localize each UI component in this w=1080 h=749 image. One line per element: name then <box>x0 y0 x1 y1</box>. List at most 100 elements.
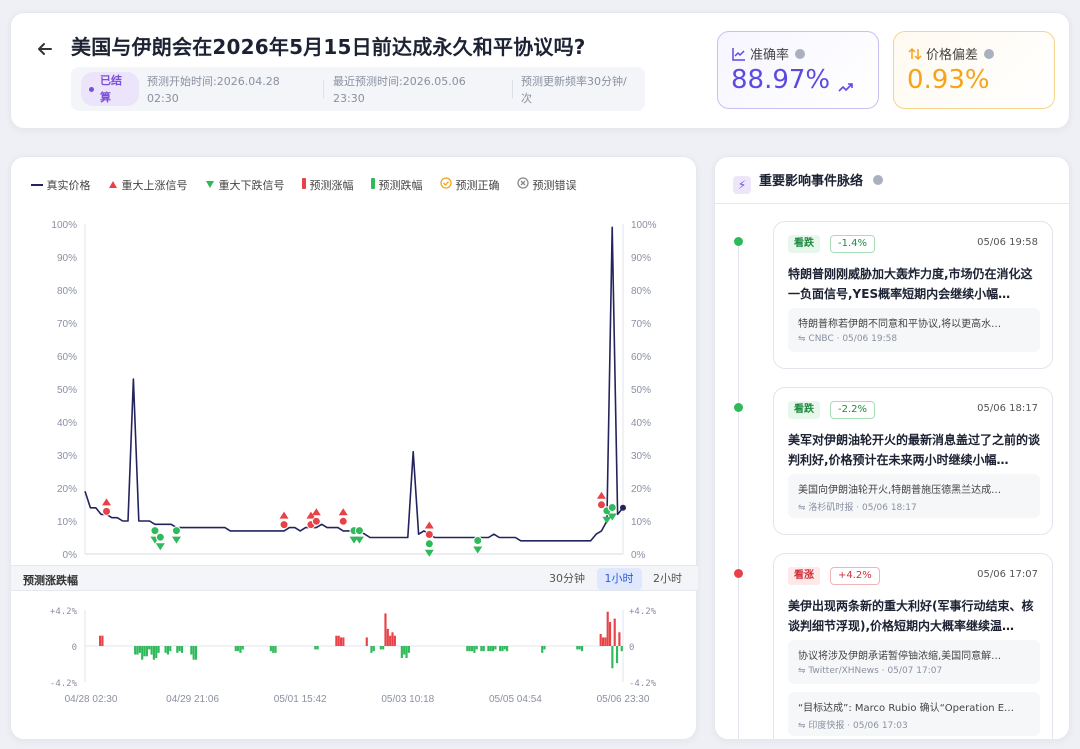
news-source-name: CNBC <box>808 334 834 344</box>
y-tick-label-right: 70% <box>631 319 651 330</box>
legend-major-down[interactable]: 重大下跌信号 <box>205 177 285 193</box>
line-icon <box>31 184 43 186</box>
event-card[interactable]: 看涨 +4.2% 05/06 17:07 美伊出现两条新的重大利好(军事行动结束… <box>773 553 1053 739</box>
legend-pred-wrong-label: 预测错误 <box>532 179 577 192</box>
pred-up-bar <box>342 637 345 646</box>
info-icon[interactable] <box>873 175 884 185</box>
deviation-label-row: 价格偏差 <box>908 44 995 63</box>
y-tick-label: 0% <box>63 550 78 561</box>
news-source[interactable]: 美国向伊朗油轮开火,特朗普施压德黑兰达成… ⇋ 洛杉矶时报 · 05/06 18… <box>788 474 1040 518</box>
price-line-chart[interactable]: 100% 100% 90% 90% 80% 80% 70% 70% 60% 60% 50% 50% 40… <box>11 205 698 565</box>
tab-2h[interactable]: 2小时 <box>645 568 690 590</box>
legend-pred-correct[interactable]: 预测正确 <box>440 177 500 193</box>
x-tick-label: 04/29 21:06 <box>166 694 219 705</box>
news-source[interactable]: 特朗普称若伊朗不同意和平协议,将以更高水… ⇋ CNBC · 05/06 19:… <box>788 308 1040 352</box>
info-icon[interactable] <box>984 49 995 59</box>
pred-up-bar <box>613 618 616 646</box>
news-source-time: 05/06 17:03 <box>853 721 908 731</box>
pred-down-bar <box>468 646 471 652</box>
interval-tabs: 30分钟 1小时 2小时 <box>541 568 690 590</box>
tab-1h[interactable]: 1小时 <box>596 568 642 590</box>
news-text: 协议将涉及伊朗承诺暂停铀浓缩,美国同意解… <box>798 651 1002 662</box>
news-text: “目标达成”: Marco Rubio 确认“Operation E… <box>798 703 1015 714</box>
green-bar-icon <box>371 178 375 189</box>
pred-down-bar <box>615 646 619 664</box>
swap-arrows-icon <box>908 47 922 61</box>
prediction-bar-chart[interactable]: +4.2% +4.2% 0 0 -4.2% -4.2% 04/28 02:30 04/29 2… <box>11 591 698 739</box>
legend-major-up[interactable]: 重大上涨信号 <box>108 177 188 193</box>
price-chart-card: 真实价格 重大上涨信号 重大下跌信号 预测涨幅 预测跌幅 预测正确 预测错误 1… <box>10 156 698 740</box>
status-dot <box>89 87 94 92</box>
start-time-label: 预测开始时间:2026.04.28 <box>147 75 280 88</box>
triangle-up-icon <box>109 181 117 188</box>
y-tick-label: +4.2% <box>50 607 78 617</box>
pred-up-bar <box>389 635 392 646</box>
y-tick-label: 60% <box>57 352 77 363</box>
y-tick-label-right: 0% <box>631 550 646 561</box>
pred-up-bar <box>365 637 368 646</box>
pred-down-bar <box>274 646 277 653</box>
pred-down-bar <box>316 646 319 650</box>
pred-up-bar <box>393 635 396 646</box>
pred-down-bar <box>152 646 155 660</box>
news-source-name: Twitter/XHNews <box>808 666 879 676</box>
chart-legend: 真实价格 重大上涨信号 重大下跌信号 预测涨幅 预测跌幅 预测正确 预测错误 <box>31 177 591 193</box>
pred-down-bar <box>314 646 317 650</box>
y-tick-label-right: +4.2% <box>629 607 657 617</box>
x-tick-label: 05/05 04:54 <box>489 694 542 705</box>
legend-major-up-label: 重大上涨信号 <box>121 179 188 192</box>
y-tick-label-right: 100% <box>631 220 657 231</box>
events-header: ⚡ 重要影响事件脉络 <box>733 170 884 194</box>
change-badge: -1.4% <box>830 235 876 253</box>
signal-result-marker <box>354 526 364 536</box>
pred-down-bar <box>190 646 193 655</box>
price-end-point <box>620 504 626 511</box>
news-source-time: 05/06 19:58 <box>842 334 898 344</box>
event-card[interactable]: 看跌 -2.2% 05/06 18:17 美军对伊朗油轮开火的最新消息盖过了之前… <box>773 387 1053 535</box>
link-icon: ⇋ <box>798 666 809 676</box>
legend-pred-down[interactable]: 预测跌幅 <box>371 177 423 193</box>
pred-down-bar <box>169 646 172 652</box>
pred-down-bar <box>403 646 406 655</box>
info-icon[interactable] <box>795 49 806 59</box>
event-card[interactable]: 看跌 -1.4% 05/06 19:58 特朗普刚刚威胁加大轰炸力度,市场仍在消… <box>773 221 1053 369</box>
pred-down-bar <box>494 646 497 650</box>
pred-up-bar <box>335 635 338 646</box>
news-source-time: 05/06 18:17 <box>862 503 917 513</box>
news-source[interactable]: 协议将涉及伊朗承诺暂停铀浓缩,美国同意解… ⇋ Twitter/XHNews ·… <box>788 640 1040 684</box>
page-title: 美国与伊朗会在2026年5月15日前达成永久和平协议吗? <box>71 35 586 59</box>
pred-down-bar <box>541 646 544 653</box>
pred-down-bar <box>164 646 167 653</box>
signal-down-marker <box>171 536 181 544</box>
tab-30min[interactable]: 30分钟 <box>541 568 593 590</box>
y-tick-label: 100% <box>51 220 77 231</box>
pred-down-bar <box>466 646 469 652</box>
signal-result-marker <box>155 532 165 542</box>
link-icon: ⇋ <box>798 503 809 513</box>
legend-real-price[interactable]: 真实价格 <box>31 177 91 193</box>
legend-pred-wrong[interactable]: 预测错误 <box>517 177 577 193</box>
legend-pred-up-label: 预测涨幅 <box>309 179 354 192</box>
legend-real-price-label: 真实价格 <box>46 179 91 192</box>
update-frequency-label: 预测更新频率30分钟/ <box>521 75 627 88</box>
signal-result-marker <box>424 530 434 539</box>
pred-down-bar <box>503 646 506 650</box>
x-tick-label: 05/06 23:30 <box>597 694 650 705</box>
pred-down-bar <box>487 646 490 652</box>
pred-down-bar <box>499 646 502 652</box>
y-tick-label: 0 <box>72 643 77 653</box>
y-tick-label: 20% <box>57 484 77 495</box>
news-source[interactable]: “目标达成”: Marco Rubio 确认“Operation E… ⇋ 印度… <box>788 692 1040 736</box>
legend-pred-correct-label: 预测正确 <box>455 179 500 192</box>
y-tick-label: -4.2% <box>50 679 78 689</box>
pred-up-bar <box>337 635 340 646</box>
legend-pred-up[interactable]: 预测涨幅 <box>302 177 354 193</box>
deviation-value: 0.93% <box>907 65 990 95</box>
back-arrow-icon[interactable] <box>35 39 55 59</box>
check-circle-icon <box>440 177 452 189</box>
pred-up-bar <box>599 634 602 646</box>
pred-down-bar <box>475 646 478 650</box>
pred-up-bar <box>618 632 621 646</box>
signal-up-marker <box>338 508 348 516</box>
event-title: 美军对伊朗油轮开火的最新消息盖过了之前的谈判利好,价格预计在未来两小时继续小幅… <box>788 433 1041 467</box>
